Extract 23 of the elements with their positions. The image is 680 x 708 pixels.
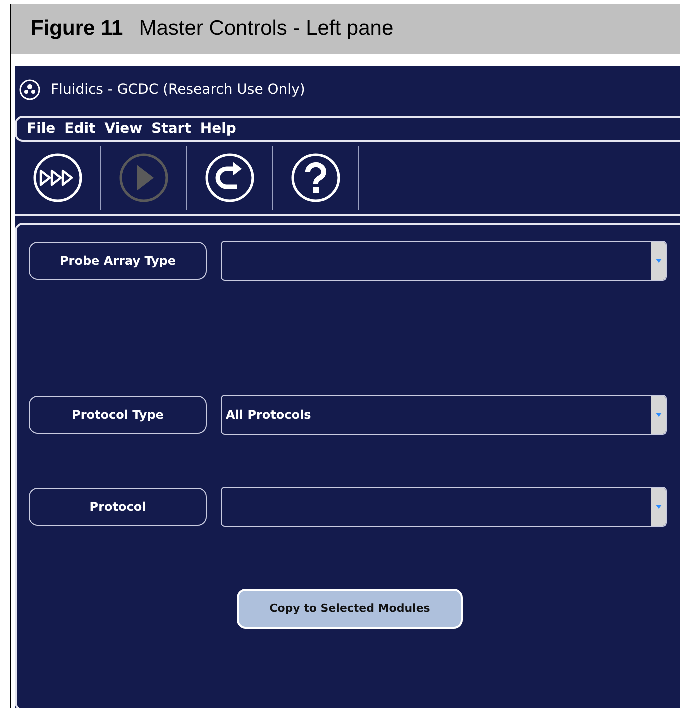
dropdown-arrow-icon (656, 413, 662, 417)
window-title: Fluidics - GCDC (Research Use Only) (51, 80, 306, 100)
field-label-button[interactable]: Probe Array Type (29, 242, 207, 280)
logo-icon (19, 79, 41, 101)
dropdown-field[interactable] (221, 487, 667, 527)
copy-button[interactable]: Copy to Selected Modules (237, 589, 463, 629)
field-label-button[interactable]: Protocol (29, 488, 207, 526)
run-all-icon (32, 152, 84, 204)
help-icon (290, 152, 342, 204)
field-label-button[interactable]: Protocol Type (29, 396, 207, 434)
menu-item[interactable]: Start (152, 118, 192, 140)
redo-icon (204, 152, 256, 204)
dropdown-arrow-icon (656, 505, 662, 509)
figure-number: Figure 11 (31, 16, 124, 42)
play-icon (118, 152, 170, 204)
dropdown-field[interactable] (221, 241, 667, 281)
menu-item[interactable]: Help (200, 118, 236, 140)
menu-item[interactable]: File (27, 118, 56, 140)
menu-item[interactable]: View (104, 118, 143, 140)
dropdown-field[interactable]: All Protocols (221, 395, 667, 435)
dropdown-arrow-icon (656, 259, 662, 263)
figure-caption: Master Controls - Left pane (139, 16, 394, 42)
menu-item[interactable]: Edit (64, 118, 96, 140)
